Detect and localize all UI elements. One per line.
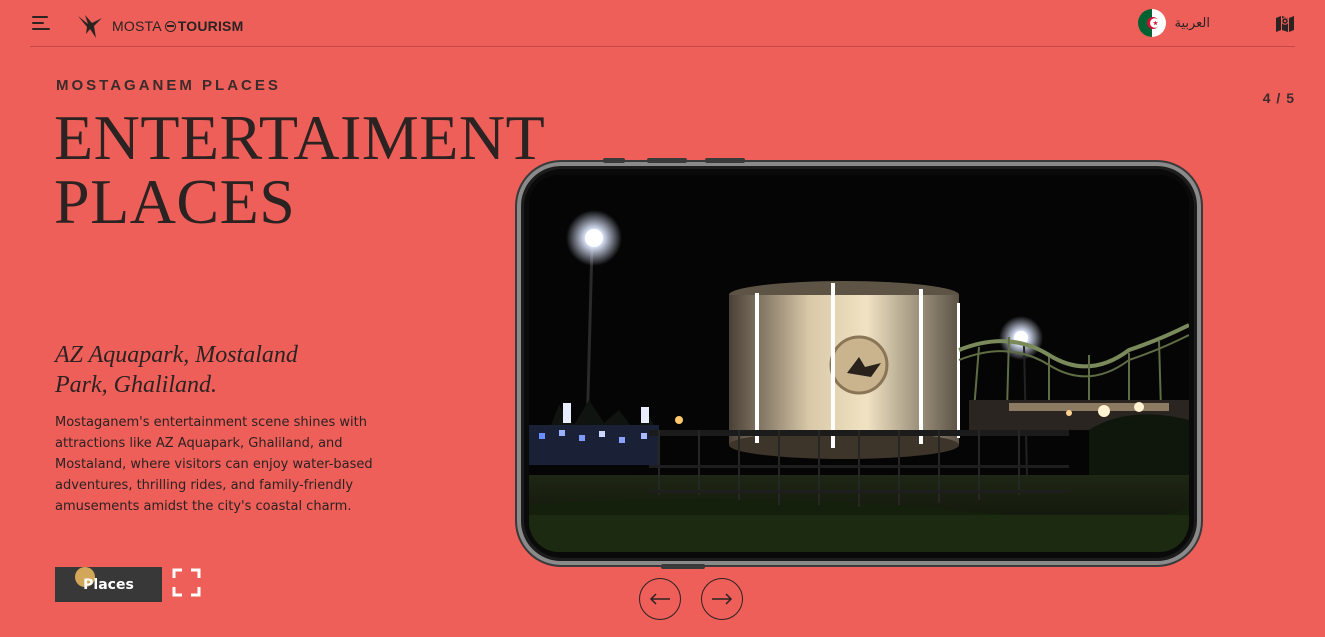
logo-text: MOSTA TOURISM [112, 18, 243, 34]
arrow-left-icon [649, 593, 670, 605]
bird-logo-icon [78, 15, 102, 38]
prev-button[interactable] [639, 578, 681, 620]
logo-text-left: MOSTA [112, 18, 162, 34]
arrow-right-icon [712, 593, 733, 605]
expand-icon[interactable] [172, 568, 201, 597]
title-line-2: PLACES [54, 166, 296, 237]
places-subtitle: AZ Aquapark, Mostaland Park, Ghaliland. [55, 342, 298, 398]
algeria-flag-icon [1138, 9, 1167, 37]
next-button[interactable] [701, 578, 743, 620]
map-icon[interactable] [1275, 14, 1295, 32]
section-eyebrow: MOSTAGANEM PLACES [56, 77, 281, 94]
places-button-label: Places [83, 576, 134, 593]
attraction-photo [529, 175, 1189, 552]
language-label: العربية [1174, 15, 1210, 31]
menu-icon[interactable] [32, 16, 50, 30]
places-description: Mostaganem's entertainment scene shines … [55, 415, 373, 514]
language-switch[interactable]: العربية [1138, 9, 1210, 37]
header-divider [30, 46, 1295, 47]
logo-text-right: TOURISM [177, 18, 244, 34]
logo[interactable]: MOSTA TOURISM [76, 12, 243, 40]
header: MOSTA TOURISM العربية [0, 0, 1325, 46]
page-title: ENTERTAIMENT PLACES [54, 106, 545, 234]
logo-separator [164, 20, 176, 32]
places-button[interactable]: Places [55, 567, 162, 602]
title-line-1: ENTERTAIMENT [54, 102, 546, 173]
phone-frame [517, 158, 1201, 569]
slide-counter: 4 / 5 [1262, 90, 1295, 106]
